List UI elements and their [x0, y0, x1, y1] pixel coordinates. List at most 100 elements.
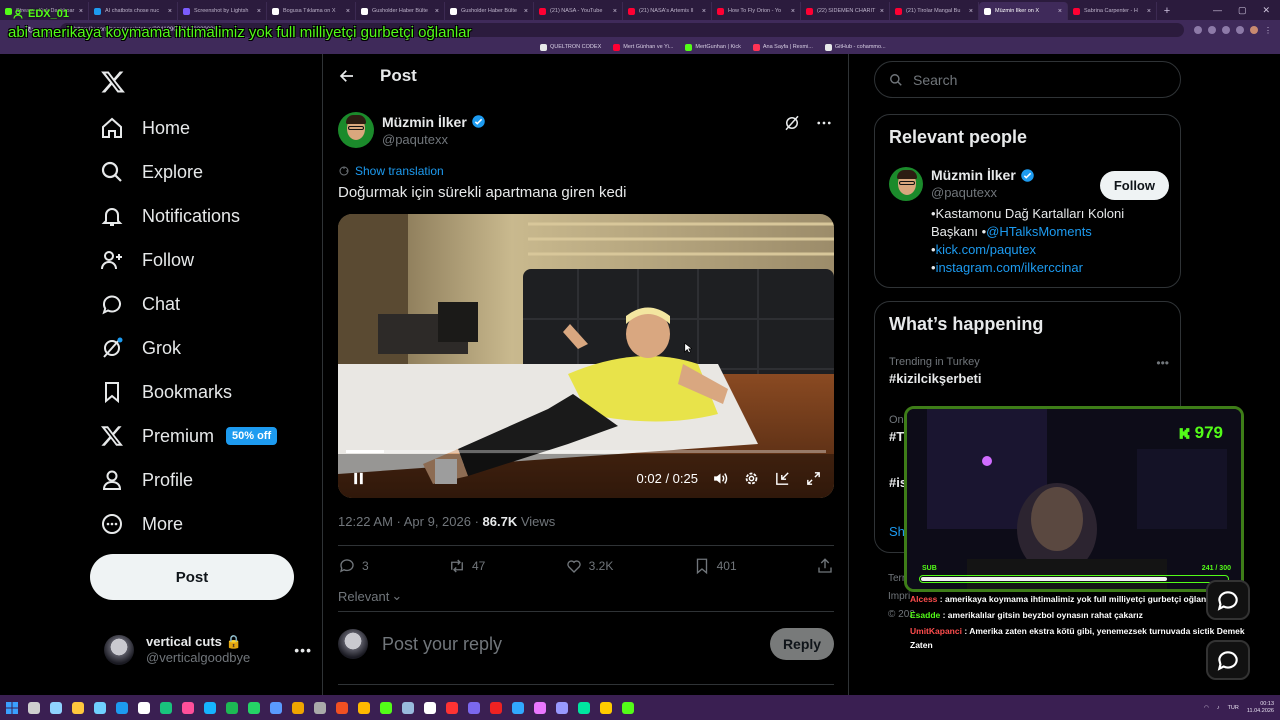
back-arrow-icon[interactable]: [338, 67, 356, 85]
nav-item-grok[interactable]: Grok: [100, 336, 181, 360]
chat-username[interactable]: UmitKapanci: [910, 626, 962, 636]
extension-icon[interactable]: [1208, 26, 1216, 34]
nav-item-follow[interactable]: Follow: [100, 248, 194, 272]
task-view-icon[interactable]: [50, 701, 62, 714]
bookmark-item[interactable]: Mert Günhan ve Yi...: [613, 43, 673, 51]
windows-start-icon[interactable]: [6, 701, 18, 714]
extension-icon[interactable]: [1222, 26, 1230, 34]
picture-in-picture-icon[interactable]: [774, 470, 791, 487]
author-handle[interactable]: @paqutexx: [382, 132, 486, 147]
nav-item-home[interactable]: Home: [100, 116, 190, 140]
browser-tab[interactable]: Sabrina Carpenter - H ×: [1068, 2, 1157, 20]
app-icon[interactable]: [622, 701, 634, 714]
chat-username[interactable]: Esadde: [910, 610, 940, 620]
author-name[interactable]: Müzmin İlker: [382, 114, 486, 130]
app-icon[interactable]: [402, 701, 414, 714]
person-handle[interactable]: @paqutexx: [931, 185, 1035, 200]
after-effects-icon[interactable]: [556, 701, 568, 714]
settings-icon[interactable]: [743, 470, 760, 487]
app-icon[interactable]: [138, 701, 150, 714]
clock[interactable]: 00:13 11.04.2026: [1247, 701, 1274, 715]
avatar[interactable]: [338, 112, 374, 148]
language-indicator[interactable]: TUR: [1228, 705, 1239, 711]
extension-icon[interactable]: [1194, 26, 1202, 34]
browser-tab[interactable]: (21) NASA's Artemis II ×: [623, 2, 712, 20]
bookmark-item[interactable]: QUELTRON CODEX: [540, 43, 601, 51]
nav-item-explore[interactable]: Explore: [100, 160, 203, 184]
tab-close-icon[interactable]: ×: [1058, 8, 1062, 15]
trend-item[interactable]: Trending in Turkey #kizilcikşerbeti •••: [889, 356, 1169, 386]
maximize-icon[interactable]: ▢: [1238, 5, 1247, 16]
follow-button[interactable]: Follow: [1099, 171, 1169, 200]
reply-action[interactable]: 3: [338, 557, 369, 575]
premiere-icon[interactable]: [534, 701, 546, 714]
person-name[interactable]: Müzmin İlker: [931, 167, 1035, 183]
photoshop-icon[interactable]: [512, 701, 524, 714]
search-icon[interactable]: [28, 701, 40, 714]
app-icon[interactable]: [292, 701, 304, 714]
search-input[interactable]: Search: [874, 61, 1181, 98]
x-logo-icon[interactable]: [100, 69, 126, 95]
menu-icon[interactable]: ⋮: [1264, 26, 1272, 35]
repost-action[interactable]: 47: [448, 557, 485, 575]
profile-icon[interactable]: [1250, 26, 1258, 34]
show-translation-link[interactable]: Show translation: [338, 164, 444, 178]
office-icon[interactable]: [336, 701, 348, 714]
app-icon[interactable]: [424, 701, 436, 714]
wifi-icon[interactable]: ◠: [1204, 705, 1209, 711]
browser-tab[interactable]: (21) NASA - YouTube ×: [534, 2, 623, 20]
app-icon[interactable]: [578, 701, 590, 714]
browser-tab[interactable]: (22) SIDEMEN CHARIT ×: [801, 2, 890, 20]
browser-tab[interactable]: (21) Tirolar Mangal Bu ×: [890, 2, 979, 20]
app-icon[interactable]: [358, 701, 370, 714]
tab-close-icon[interactable]: ×: [613, 8, 617, 15]
edge-icon[interactable]: [94, 701, 106, 714]
bookmark-item[interactable]: Ana Sayfa | Resmi...: [752, 43, 813, 51]
nav-item-bookmarks[interactable]: Bookmarks: [100, 380, 232, 404]
app-icon[interactable]: [490, 701, 502, 714]
extension-icon[interactable]: [1236, 26, 1244, 34]
trend-more-icon[interactable]: •••: [1156, 356, 1169, 370]
nav-item-notifications[interactable]: Notifications: [100, 204, 240, 228]
close-window-icon[interactable]: ✕: [1262, 5, 1270, 16]
chrome-icon[interactable]: [116, 701, 128, 714]
app-icon[interactable]: [600, 701, 612, 714]
app-icon[interactable]: [182, 701, 194, 714]
whatsapp-icon[interactable]: [248, 701, 260, 714]
browser-tab[interactable]: How To Fly Orion - Yo ×: [712, 2, 801, 20]
share-action[interactable]: [816, 557, 834, 575]
app-icon[interactable]: [468, 701, 480, 714]
browser-tab[interactable]: Müzmin İlker on X ×: [979, 2, 1068, 20]
bio-link[interactable]: instagram.com/ilkerccinar: [936, 260, 1083, 275]
tab-close-icon[interactable]: ×: [1147, 8, 1151, 15]
tab-close-icon[interactable]: ×: [969, 8, 973, 15]
reply-input[interactable]: Post your reply: [382, 634, 756, 655]
tab-close-icon[interactable]: ×: [702, 8, 706, 15]
volume-tray-icon[interactable]: ♪: [1217, 705, 1220, 711]
minimize-icon[interactable]: —: [1213, 5, 1222, 15]
pause-icon[interactable]: [350, 470, 367, 487]
nav-item-chat[interactable]: Chat: [100, 292, 180, 316]
file-explorer-icon[interactable]: [72, 701, 84, 714]
spotify-icon[interactable]: [226, 701, 238, 714]
fullscreen-icon[interactable]: [805, 470, 822, 487]
tab-close-icon[interactable]: ×: [880, 8, 884, 15]
post-button[interactable]: Post: [90, 554, 294, 600]
volume-icon[interactable]: [712, 470, 729, 487]
bio-link[interactable]: @HTalksMoments: [986, 224, 1092, 239]
grok-icon[interactable]: [783, 114, 801, 132]
steam-icon[interactable]: [270, 701, 282, 714]
tab-close-icon[interactable]: ×: [524, 8, 528, 15]
account-switcher[interactable]: vertical cuts 🔒 @verticalgoodbye •••: [104, 634, 312, 665]
bookmark-action[interactable]: 401: [693, 557, 737, 575]
bio-link[interactable]: kick.com/paqutex: [936, 242, 1036, 257]
more-options-icon[interactable]: [815, 114, 833, 132]
more-icon[interactable]: •••: [294, 642, 312, 658]
kick-icon[interactable]: [380, 701, 392, 714]
nav-item-more[interactable]: More: [100, 512, 183, 536]
chat-username[interactable]: Alcess: [910, 594, 937, 604]
app-icon[interactable]: [314, 701, 326, 714]
nav-item-premium[interactable]: Premium 50% off: [100, 424, 278, 448]
reply-sort-dropdown[interactable]: Relevant ⌄: [338, 588, 402, 604]
tab-close-icon[interactable]: ×: [791, 8, 795, 15]
